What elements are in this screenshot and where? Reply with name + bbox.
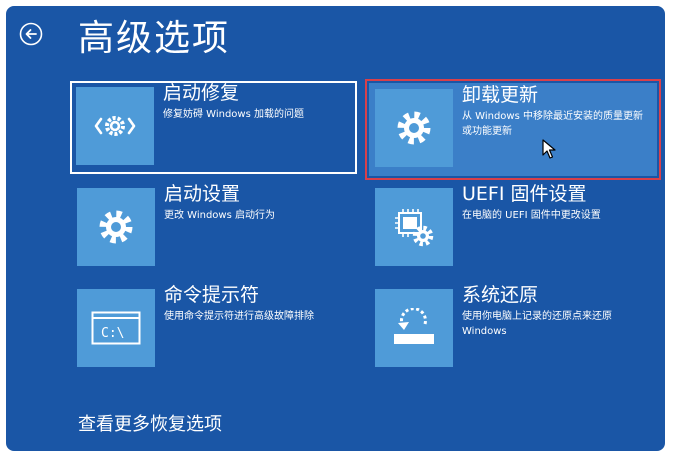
page-title: 高级选项	[78, 18, 231, 59]
option-description: 更改 Windows 启动行为	[164, 210, 275, 221]
chip-gear-icon	[375, 188, 453, 266]
option-description: 在电脑的 UEFI 固件中更改设置	[462, 210, 601, 221]
option-startup-settings[interactable]: 启动设置 更改 Windows 启动行为	[71, 182, 360, 278]
gear-icon	[77, 188, 155, 266]
option-label: 命令提示符	[164, 284, 260, 306]
option-label: UEFI 固件设置	[462, 183, 587, 205]
back-arrow-circle-icon[interactable]	[19, 22, 43, 46]
option-label: 启动修复	[163, 82, 240, 104]
restore-icon	[375, 289, 453, 367]
option-description: 从 Windows 中移除最近安装的质量更新或功能更新	[462, 111, 643, 137]
option-uninstall-updates[interactable]: 卸载更新 从 Windows 中移除最近安装的质量更新或功能更新	[369, 83, 657, 176]
svg-text:C:\: C:\	[101, 326, 124, 341]
console-icon: C:\	[77, 289, 155, 367]
option-uefi-firmware[interactable]: UEFI 固件设置 在电脑的 UEFI 固件中更改设置	[369, 182, 658, 278]
code-gear-icon	[76, 87, 154, 165]
option-label: 系统还原	[462, 284, 539, 306]
option-label: 启动设置	[164, 183, 241, 205]
option-description: 修复妨碍 Windows 加载的问题	[163, 109, 304, 120]
more-recovery-options-link[interactable]: 查看更多恢复选项	[78, 410, 222, 436]
gear-icon	[375, 89, 453, 167]
mouse-cursor-icon	[542, 139, 556, 159]
option-system-restore[interactable]: 系统还原 使用你电脑上记录的还原点来还原 Windows	[369, 283, 658, 379]
advanced-options-screen: 高级选项 启动修复 修复妨碍 Windows 加载的问题 卸载更新 从 Wind…	[6, 6, 665, 451]
option-startup-repair[interactable]: 启动修复 修复妨碍 Windows 加载的问题	[70, 81, 357, 174]
option-label: 卸载更新	[462, 84, 539, 106]
option-command-prompt[interactable]: C:\ 命令提示符 使用命令提示符进行高级故障排除	[71, 283, 360, 379]
option-description: 使用命令提示符进行高级故障排除	[164, 311, 314, 322]
option-description: 使用你电脑上记录的还原点来还原 Windows	[462, 311, 612, 337]
